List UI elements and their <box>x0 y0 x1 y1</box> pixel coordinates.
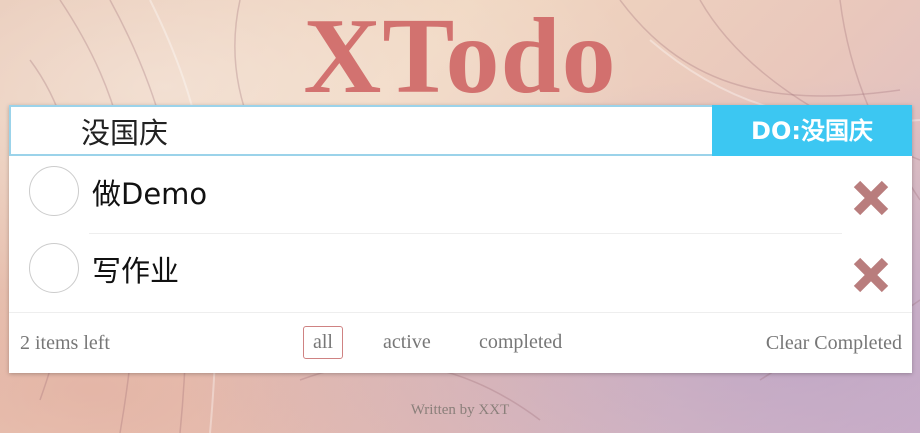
add-todo-button[interactable]: DO:没国庆 <box>712 105 912 156</box>
new-todo-row: DO:没国庆 <box>9 105 912 156</box>
todo-footer: 2 items left all active completed Clear … <box>9 312 912 373</box>
todo-item: 做Demo <box>9 156 912 233</box>
app-title: XTodo <box>303 0 617 116</box>
close-x-icon[interactable] <box>851 178 891 218</box>
clear-completed-button[interactable]: Clear Completed <box>766 332 902 355</box>
todo-app: DO:没国庆 做Demo 写作业 2 items left all active… <box>9 105 912 373</box>
circle-checkbox-icon[interactable] <box>29 243 79 293</box>
filter-all[interactable]: all <box>303 326 343 359</box>
filter-completed[interactable]: completed <box>469 326 572 359</box>
items-left-count: 2 items left <box>20 332 110 354</box>
circle-checkbox-icon[interactable] <box>29 166 79 216</box>
todo-label[interactable]: 写作业 <box>92 251 179 291</box>
todo-item: 写作业 <box>9 233 912 310</box>
footer-credit: Written by XXT <box>410 402 510 418</box>
todo-label[interactable]: 做Demo <box>92 174 207 214</box>
close-x-icon[interactable] <box>851 255 891 295</box>
todo-list: 做Demo 写作业 <box>9 156 912 310</box>
new-todo-input[interactable] <box>9 105 712 156</box>
filter-active[interactable]: active <box>373 326 441 359</box>
